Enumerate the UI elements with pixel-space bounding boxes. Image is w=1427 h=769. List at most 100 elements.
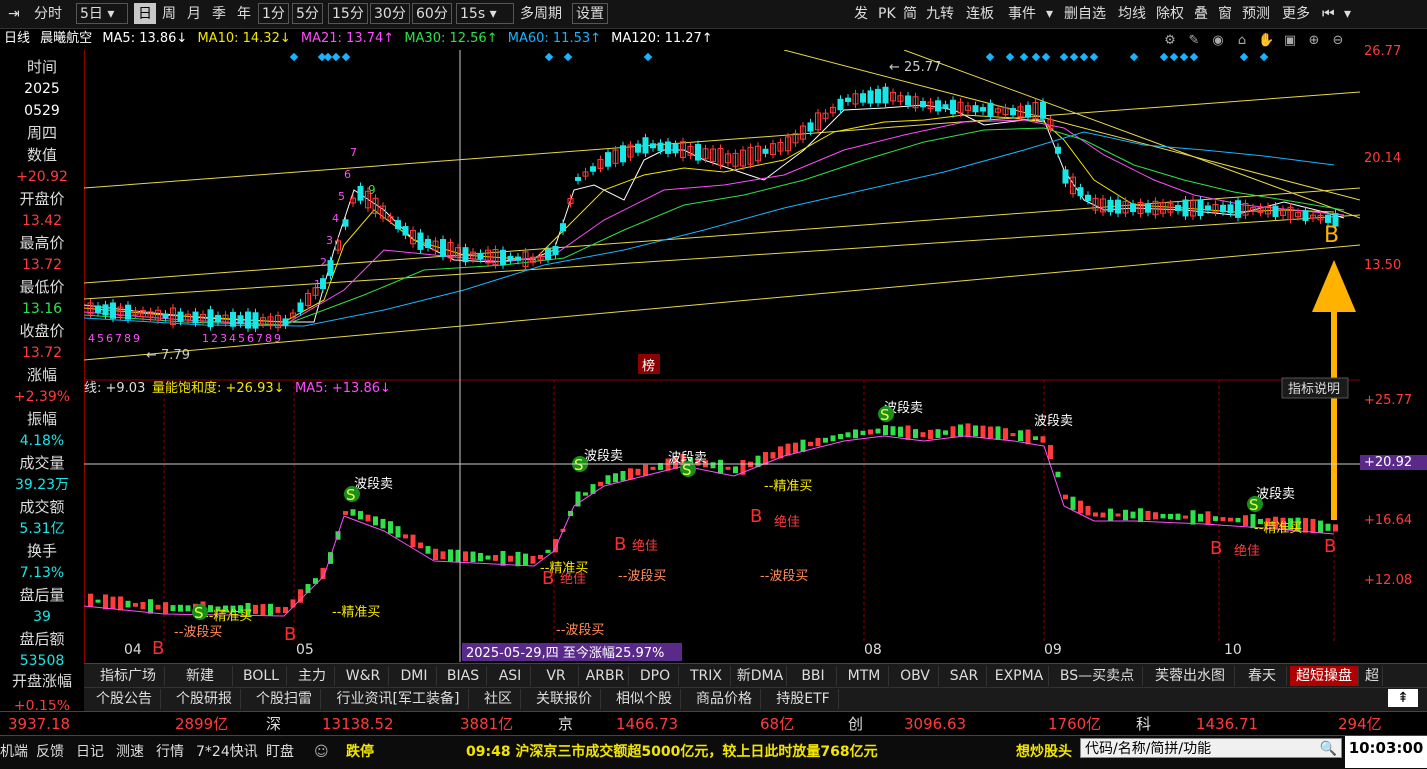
tab-fenshi[interactable]: 分时 xyxy=(30,3,66,24)
event-diamond-10[interactable] xyxy=(1019,52,1029,62)
index-kc-value[interactable]: 1436.71 xyxy=(1196,712,1258,736)
event-diamond-16[interactable] xyxy=(1089,52,1099,62)
info-tab-8[interactable]: 持股ETF xyxy=(768,689,839,709)
skip-back-icon[interactable]: ⏮ xyxy=(1318,3,1339,24)
event-diamond-18[interactable] xyxy=(1159,52,1169,62)
status-watch[interactable]: 盯盘 xyxy=(266,740,294,764)
btn-jian[interactable]: 简 xyxy=(899,3,921,24)
event-diamond-19[interactable] xyxy=(1169,52,1179,62)
index-cy-value[interactable]: 3096.63 xyxy=(904,712,966,736)
event-diamond-15[interactable] xyxy=(1079,52,1089,62)
zoom-out-icon[interactable]: ⊖ xyxy=(1330,33,1346,49)
eye-icon[interactable]: ◉ xyxy=(1210,33,1226,49)
tab-5min[interactable]: 5分 xyxy=(292,3,323,24)
btn-window[interactable]: 窗 xyxy=(1214,3,1236,24)
status-diary[interactable]: 日记 xyxy=(76,740,104,764)
status-flash-news[interactable]: 7*24快讯 xyxy=(196,740,258,764)
collapse-icon[interactable]: ⇥ xyxy=(4,3,24,24)
status-alert[interactable]: 跌停 xyxy=(346,740,374,764)
btn-events[interactable]: 事件 xyxy=(1004,3,1040,24)
event-diamond-2[interactable] xyxy=(323,52,333,62)
indicator-tab-19[interactable]: 芙蓉出水图 xyxy=(1146,666,1235,686)
indicator-tab-2[interactable]: BOLL xyxy=(236,666,287,686)
indicator-tab-15[interactable]: OBV xyxy=(892,666,939,686)
event-diamond-23[interactable] xyxy=(1259,52,1269,62)
gear-icon[interactable]: ⚙ xyxy=(1162,33,1178,49)
tab-day[interactable]: 日 xyxy=(134,3,156,24)
tab-week[interactable]: 周 xyxy=(158,3,180,24)
index-sz-value[interactable]: 13138.52 xyxy=(322,712,394,736)
btn-adjust[interactable]: 除权 xyxy=(1152,3,1188,24)
event-diamond-12[interactable] xyxy=(1041,52,1051,62)
event-diamond-20[interactable] xyxy=(1179,52,1189,62)
indicator-tab-21[interactable]: 超短操盘 xyxy=(1290,666,1359,686)
indicator-tab-12[interactable]: 新DMA xyxy=(734,666,787,686)
index-sh-value[interactable]: 3937.18 xyxy=(8,712,70,736)
pencil-icon[interactable]: ✎ xyxy=(1186,33,1202,49)
info-tab-5[interactable]: 关联报价 xyxy=(528,689,601,709)
event-diamond-21[interactable] xyxy=(1189,52,1199,62)
event-diamond-13[interactable] xyxy=(1059,52,1069,62)
index-bj-value[interactable]: 1466.73 xyxy=(616,712,678,736)
event-diamond-7[interactable] xyxy=(643,52,653,62)
settings-button[interactable]: 设置 xyxy=(572,3,608,24)
indicator-tab-22[interactable]: 超 xyxy=(1362,666,1383,686)
period-dropdown[interactable]: 5日 ▾ xyxy=(76,3,128,24)
status-promo[interactable]: 想炒股头 xyxy=(1016,740,1072,764)
info-tab-4[interactable]: 社区 xyxy=(476,689,521,709)
event-diamond-0[interactable] xyxy=(289,52,299,62)
btn-pk[interactable]: PK xyxy=(874,3,900,24)
btn-overlay[interactable]: 叠 xyxy=(1190,3,1212,24)
tab-1min[interactable]: 1分 xyxy=(258,3,289,24)
chat-icon[interactable]: ☺ xyxy=(314,740,329,764)
info-tab-7[interactable]: 商品价格 xyxy=(688,689,761,709)
tab-30min[interactable]: 30分 xyxy=(370,3,410,24)
indicator-tab-16[interactable]: SAR xyxy=(942,666,987,686)
stamp-icon[interactable]: ▣ xyxy=(1282,33,1298,49)
btn-more[interactable]: 更多 xyxy=(1278,3,1314,24)
indicator-tab-20[interactable]: 春天 xyxy=(1238,666,1287,686)
tab-season[interactable]: 季 xyxy=(208,3,230,24)
tab-15min[interactable]: 15分 xyxy=(328,3,368,24)
indicator-tab-13[interactable]: BBI xyxy=(790,666,837,686)
zoom-in-icon[interactable]: ⊕ xyxy=(1306,33,1322,49)
tab-60min[interactable]: 60分 xyxy=(412,3,452,24)
info-tab-2[interactable]: 个股扫雷 xyxy=(248,689,321,709)
indicator-tab-10[interactable]: DPO xyxy=(632,666,679,686)
event-diamond-22[interactable] xyxy=(1239,52,1249,62)
event-diamond-9[interactable] xyxy=(1005,52,1015,62)
info-tab-1[interactable]: 个股研报 xyxy=(168,689,241,709)
btn-fa[interactable]: 发 xyxy=(850,3,872,24)
indicator-tab-0[interactable]: 指标广场 xyxy=(92,666,165,686)
tab-year[interactable]: 年 xyxy=(233,3,255,24)
indicator-tab-3[interactable]: 主力 xyxy=(290,666,335,686)
indicator-tab-7[interactable]: ASI xyxy=(490,666,531,686)
house-icon[interactable]: ⌂ xyxy=(1234,33,1250,49)
btn-lianban[interactable]: 连板 xyxy=(962,3,998,24)
chevron-down-icon[interactable]: ▾ xyxy=(1042,3,1057,24)
interval-dropdown[interactable]: 15s ▾ xyxy=(456,3,514,24)
indicator-tab-17[interactable]: EXPMA xyxy=(990,666,1049,686)
status-mobile[interactable]: 机端 xyxy=(0,740,28,764)
event-diamond-6[interactable] xyxy=(563,52,573,62)
indicator-tab-5[interactable]: DMI xyxy=(392,666,437,686)
info-tab-6[interactable]: 相似个股 xyxy=(608,689,681,709)
scroll-top-icon[interactable]: ⇞ xyxy=(1388,689,1418,707)
hand-icon[interactable]: ✋ xyxy=(1258,33,1274,49)
indicator-tab-8[interactable]: VR xyxy=(534,666,579,686)
status-feedback[interactable]: 反馈 xyxy=(36,740,64,764)
indicator-tab-9[interactable]: ARBR xyxy=(582,666,629,686)
btn-ma[interactable]: 均线 xyxy=(1114,3,1150,24)
btn-jiuzhuan[interactable]: 九转 xyxy=(922,3,958,24)
event-diamond-5[interactable] xyxy=(544,52,554,62)
chevron-down-icon[interactable]: ▾ xyxy=(1340,3,1355,24)
event-diamond-8[interactable] xyxy=(985,52,995,62)
status-quotes[interactable]: 行情 xyxy=(156,740,184,764)
status-news-ticker[interactable]: 09:48 沪深京三市成交额超5000亿元，较上日此时放量768亿元 xyxy=(466,740,878,764)
event-diamond-4[interactable] xyxy=(341,52,351,62)
indicator-tab-1[interactable]: 新建 xyxy=(168,666,233,686)
info-tab-0[interactable]: 个股公告 xyxy=(88,689,161,709)
event-diamond-14[interactable] xyxy=(1069,52,1079,62)
indicator-tab-11[interactable]: TRIX xyxy=(682,666,731,686)
indicator-tab-6[interactable]: BIAS xyxy=(440,666,487,686)
